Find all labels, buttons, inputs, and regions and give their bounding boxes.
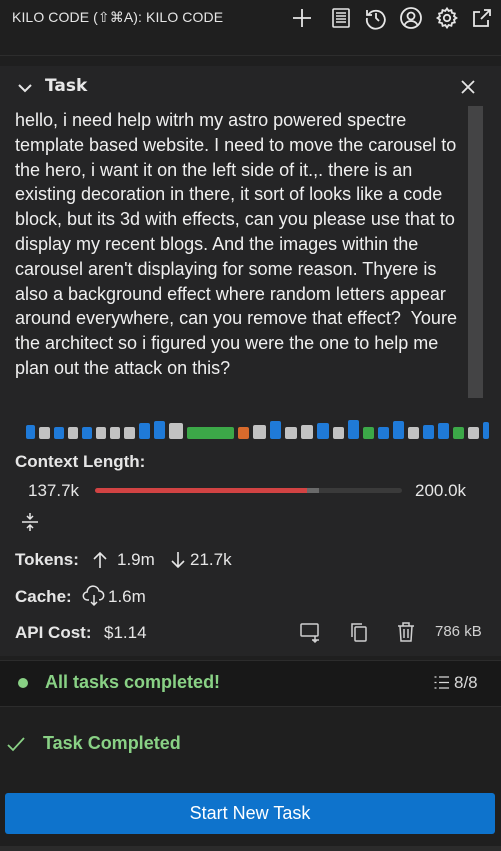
context-used: 137.7k [28, 481, 80, 500]
checklist-icon [433, 674, 450, 691]
timeline-block[interactable] [96, 427, 106, 439]
timeline-block[interactable] [82, 427, 92, 439]
context-progress-fill [95, 488, 307, 493]
check-icon [6, 734, 26, 754]
timeline-block[interactable] [154, 421, 165, 439]
start-new-task-button[interactable]: Start New Task [5, 793, 495, 834]
timeline-block[interactable] [169, 423, 183, 439]
timeline-block[interactable] [453, 427, 464, 439]
task-header-title[interactable]: Task [45, 76, 87, 96]
timeline-block[interactable] [468, 427, 479, 439]
task-size: 786 kB [435, 623, 482, 640]
history-icon[interactable] [364, 6, 388, 30]
copy-icon[interactable] [348, 621, 370, 643]
title-bar: KILO CODE (⇧⌘A): KILO CODE [0, 0, 501, 36]
timeline-block[interactable] [26, 425, 35, 439]
timeline-block[interactable] [301, 425, 313, 439]
input-area-edge [0, 846, 501, 851]
timeline-block[interactable] [68, 427, 78, 439]
context-progress-bar [95, 488, 402, 493]
timeline-block[interactable] [378, 427, 389, 439]
api-cost-label: API Cost: [15, 623, 92, 642]
timeline-block[interactable] [253, 425, 266, 439]
timeline-block[interactable] [438, 423, 449, 439]
account-icon[interactable] [399, 6, 423, 30]
timeline-block[interactable] [110, 427, 120, 439]
popout-icon[interactable] [470, 6, 494, 30]
context-max: 200.0k [415, 481, 467, 500]
divider [0, 55, 501, 56]
cache-value: 1.6m [108, 587, 146, 606]
chevron-down-icon[interactable] [16, 79, 34, 97]
todo-status-text: All tasks completed! [45, 672, 221, 692]
timeline-block[interactable] [238, 427, 249, 439]
tokens-label: Tokens: [15, 550, 79, 569]
timeline-block[interactable] [187, 427, 234, 439]
timeline-block[interactable] [363, 427, 374, 439]
timeline-block[interactable] [393, 421, 404, 439]
cloud-download-icon [82, 585, 106, 607]
timeline-block[interactable] [139, 423, 150, 439]
close-icon[interactable] [458, 77, 478, 97]
timeline-block[interactable] [348, 420, 359, 439]
arrow-up-icon [90, 550, 110, 570]
export-icon[interactable] [299, 621, 321, 644]
timeline-block[interactable] [483, 422, 489, 439]
context-length-label: Context Length: [15, 452, 146, 471]
status-dot [18, 678, 28, 688]
history-list-icon[interactable] [329, 6, 353, 30]
timeline-block[interactable] [423, 425, 434, 439]
tokens-up: 1.9m [117, 550, 155, 569]
cache-label: Cache: [15, 587, 72, 606]
message-timeline[interactable] [26, 420, 489, 439]
condense-context-icon[interactable] [20, 512, 40, 532]
timeline-block[interactable] [54, 427, 64, 439]
trash-icon[interactable] [395, 621, 417, 643]
task-text: hello, i need help witrh my astro powere… [15, 110, 462, 378]
timeline-block[interactable] [270, 421, 281, 439]
timeline-block[interactable] [333, 427, 344, 439]
timeline-block[interactable] [285, 427, 297, 439]
api-cost-value: $1.14 [104, 623, 147, 642]
scrollbar[interactable] [468, 106, 483, 398]
timeline-block[interactable] [408, 427, 419, 439]
app-title: KILO CODE (⇧⌘A): KILO CODE [12, 9, 224, 25]
plus-icon[interactable] [290, 6, 314, 30]
context-reserved-fill [307, 488, 319, 493]
todo-count: 8/8 [454, 673, 478, 692]
tokens-down: 21.7k [190, 550, 232, 569]
arrow-down-icon [168, 550, 188, 570]
timeline-block[interactable] [317, 423, 329, 439]
timeline-block[interactable] [39, 427, 50, 439]
task-completed-label: Task Completed [43, 733, 181, 753]
gear-icon[interactable] [435, 6, 459, 30]
timeline-block[interactable] [124, 427, 135, 439]
